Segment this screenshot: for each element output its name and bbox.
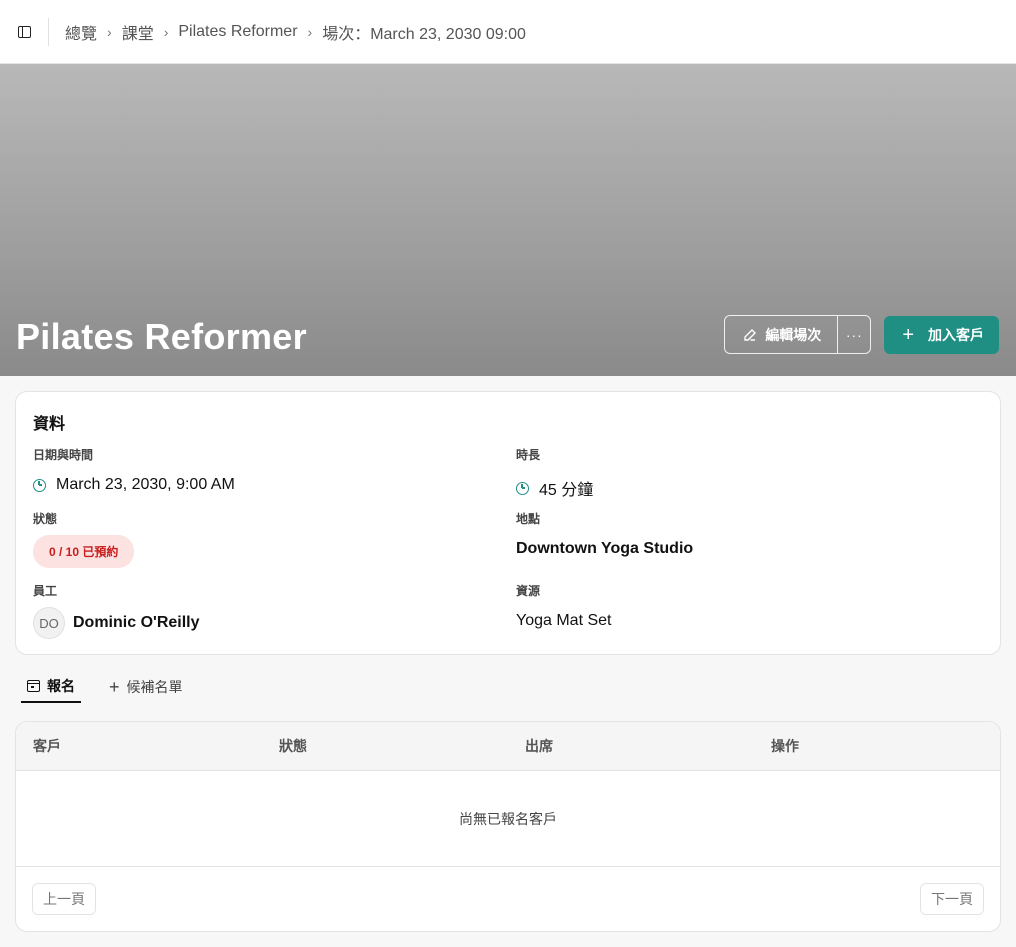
duration-field: 時長 45 分鐘 [516, 446, 593, 500]
status-label: 狀態 [33, 512, 58, 526]
staff-name[interactable]: Dominic O'Reilly [73, 614, 200, 632]
sidebar-icon [17, 25, 31, 38]
staff-field: 員工 DO Dominic O'Reilly [33, 582, 200, 639]
column-header-client: 客戶 [33, 738, 61, 754]
resource-value: Yoga Mat Set [516, 612, 612, 629]
avatar: DO [33, 607, 65, 639]
breadcrumb-class[interactable]: Pilates Reformer [178, 23, 297, 41]
duration-value: 45 分鐘 [539, 482, 594, 499]
top-bar: 總覽 › 課堂 › Pilates Reformer › 場次：March 23… [0, 0, 1016, 64]
tab-registrations-label: 報名 [47, 677, 75, 694]
tabs: 報名 + 候補名單 [21, 670, 211, 703]
edit-icon [744, 328, 757, 341]
hero-banner: Pilates Reformer 編輯場次 ··· + 加入客戶 [0, 64, 1016, 376]
more-icon: ··· [845, 326, 863, 343]
column-header-status: 狀態 [279, 738, 307, 754]
datetime-field: 日期與時間 March 23, 2030, 9:00 AM [33, 446, 235, 494]
staff-value-row: DO Dominic O'Reilly [33, 607, 200, 639]
more-options-button[interactable]: ··· [837, 316, 870, 353]
add-client-button[interactable]: + 加入客戶 [884, 315, 999, 354]
sidebar-toggle-button[interactable] [0, 0, 48, 64]
breadcrumb: 總覽 › 課堂 › Pilates Reformer › 場次：March 23… [65, 20, 526, 44]
datetime-value-row: March 23, 2030, 9:00 AM [33, 476, 235, 494]
breadcrumb-overview[interactable]: 總覽 [65, 20, 97, 44]
chevron-right-icon: › [307, 23, 313, 40]
info-card: 資料 日期與時間 March 23, 2030, 9:00 AM 時長 45 分… [15, 391, 1001, 655]
edit-session-button[interactable]: 編輯場次 [725, 316, 837, 353]
page-title: Pilates Reformer [16, 316, 307, 357]
plus-icon: + [902, 323, 914, 346]
chevron-right-icon: › [163, 23, 169, 40]
edit-button-group: 編輯場次 ··· [724, 315, 872, 354]
duration-label: 時長 [516, 448, 541, 462]
plus-icon: + [109, 676, 120, 697]
divider [48, 17, 49, 46]
next-page-button[interactable]: 下一頁 [920, 883, 984, 915]
breadcrumb-session: 場次：March 23, 2030 09:00 [322, 25, 526, 43]
table-header: 客戶 狀態 出席 操作 [16, 722, 1000, 771]
tab-waitlist-label: 候補名單 [126, 678, 183, 695]
tab-registrations[interactable]: 報名 [21, 670, 81, 703]
pagination: 上一頁 下一頁 [16, 867, 1000, 915]
location-field: 地點 Downtown Yoga Studio [516, 510, 693, 558]
breadcrumb-classes[interactable]: 課堂 [122, 20, 154, 44]
chevron-right-icon: › [107, 23, 112, 40]
datetime-value: March 23, 2030, 9:00 AM [56, 476, 235, 493]
column-header-attendance: 出席 [525, 738, 553, 754]
empty-state: 尚無已報名客戶 [16, 771, 1000, 867]
duration-value-row: 45 分鐘 [516, 476, 593, 500]
location-value: Downtown Yoga Studio [516, 540, 694, 557]
calendar-icon [27, 679, 40, 692]
resource-field: 資源 Yoga Mat Set [516, 582, 611, 630]
clock-icon [516, 481, 529, 495]
location-label: 地點 [516, 512, 541, 526]
tab-waitlist[interactable]: + 候補名單 [103, 670, 189, 703]
registrations-table: 客戶 狀態 出席 操作 尚無已報名客戶 上一頁 下一頁 [15, 721, 1001, 932]
clock-icon [33, 478, 46, 492]
hero-actions: 編輯場次 ··· + 加入客戶 [724, 315, 999, 354]
prev-page-button[interactable]: 上一頁 [32, 883, 96, 915]
resource-label: 資源 [516, 584, 541, 598]
column-header-actions: 操作 [771, 738, 799, 754]
datetime-label: 日期與時間 [33, 448, 94, 462]
edit-session-label: 編輯場次 [765, 326, 822, 343]
status-badge: 0 / 10 已預約 [33, 535, 135, 568]
staff-label: 員工 [33, 584, 58, 598]
add-client-label: 加入客戶 [928, 326, 984, 343]
info-heading: 資料 [33, 416, 66, 433]
status-field: 狀態 0 / 10 已預約 [33, 510, 135, 568]
